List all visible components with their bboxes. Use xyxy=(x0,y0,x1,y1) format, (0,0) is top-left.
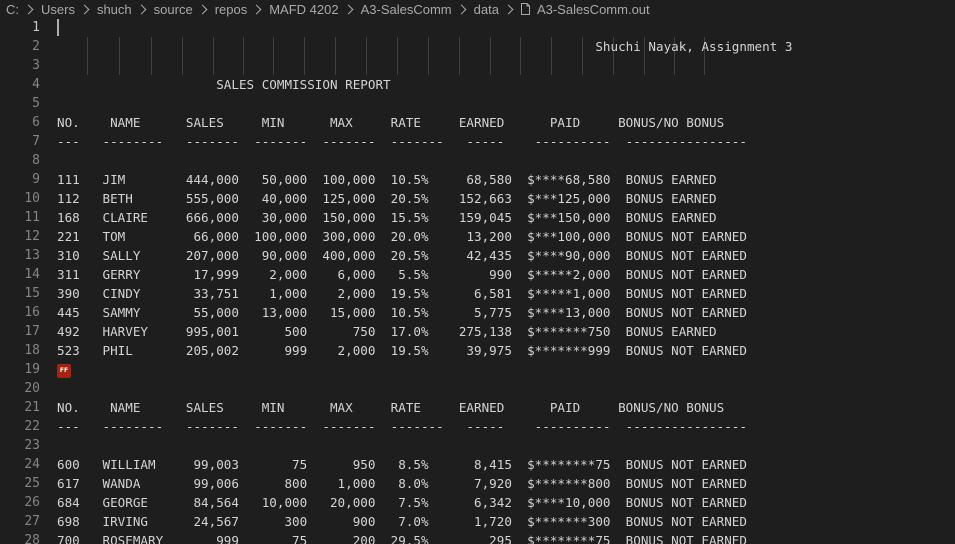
line-number: 9 xyxy=(32,172,40,187)
line-number: 4 xyxy=(32,77,40,92)
line-number: 5 xyxy=(32,96,40,111)
code-line[interactable]: 684 GEORGE 84,564 10,000 20,000 7.5% 6,3… xyxy=(57,493,955,512)
line-number: 12 xyxy=(24,229,40,244)
code-line[interactable]: 700 ROSEMARY 999 75 200 29.5% 295 $*****… xyxy=(57,531,955,544)
code-line[interactable]: NO. NAME SALES MIN MAX RATE EARNED PAID … xyxy=(57,398,955,417)
breadcrumb-a3-salescomm[interactable]: A3-SalesComm xyxy=(361,2,452,17)
code-line[interactable]: --- -------- ------- ------- ------- ---… xyxy=(57,417,955,436)
line-number: 20 xyxy=(24,381,40,396)
code-line[interactable]: 617 WANDA 99,006 800 1,000 8.0% 7,920 $*… xyxy=(57,474,955,493)
code-line[interactable]: 390 CINDY 33,751 1,000 2,000 19.5% 6,581… xyxy=(57,284,955,303)
line-number-gutter: 1 2 3 4 5 6 7 8 9 10 11 12 13 14 15 16 1… xyxy=(0,18,40,544)
line-number: 28 xyxy=(24,533,40,544)
code-line[interactable] xyxy=(57,18,955,37)
code-line[interactable] xyxy=(57,436,955,455)
line-number: 6 xyxy=(32,115,40,130)
chevron-right-icon xyxy=(456,4,467,14)
line-number: 14 xyxy=(24,267,40,282)
breadcrumb-file[interactable]: A3-SalesComm.out xyxy=(537,2,650,17)
line-number: 27 xyxy=(24,514,40,529)
form-feed-badge: FF xyxy=(57,363,71,378)
line-number: 23 xyxy=(24,438,40,453)
chevron-right-icon xyxy=(136,4,147,14)
code-line[interactable]: NO. NAME SALES MIN MAX RATE EARNED PAID … xyxy=(57,113,955,132)
code-line[interactable]: SALES COMMISSION REPORT xyxy=(57,75,955,94)
code-line[interactable]: 221 TOM 66,000 100,000 300,000 20.0% 13,… xyxy=(57,227,955,246)
breadcrumb-source[interactable]: source xyxy=(154,2,193,17)
line-number: 18 xyxy=(24,343,40,358)
code-line-form-feed[interactable]: FF xyxy=(57,360,955,379)
line-number: 1 xyxy=(32,20,40,35)
breadcrumb-mafd-4202[interactable]: MAFD 4202 xyxy=(269,2,338,17)
code-line[interactable]: 523 PHIL 205,002 999 2,000 19.5% 39,975 … xyxy=(57,341,955,360)
breadcrumb-users[interactable]: Users xyxy=(41,2,75,17)
code-line[interactable]: 698 IRVING 24,567 300 900 7.0% 1,720 $**… xyxy=(57,512,955,531)
code-line[interactable] xyxy=(57,56,955,75)
code-line[interactable]: 111 JIM 444,000 50,000 100,000 10.5% 68,… xyxy=(57,170,955,189)
chevron-right-icon xyxy=(343,4,354,14)
line-number: 19 xyxy=(24,362,40,377)
code-line[interactable]: --- -------- ------- ------- ------- ---… xyxy=(57,132,955,151)
chevron-right-icon xyxy=(79,4,90,14)
code-line[interactable] xyxy=(57,151,955,170)
line-number: 17 xyxy=(24,324,40,339)
breadcrumb: C: Users shuch source repos MAFD 4202 A3… xyxy=(0,0,955,18)
line-number: 15 xyxy=(24,286,40,301)
line-number: 13 xyxy=(24,248,40,263)
line-number: 3 xyxy=(32,58,40,73)
editor-window: C: Users shuch source repos MAFD 4202 A3… xyxy=(0,0,955,544)
code-line[interactable]: Shuchi Nayak, Assignment 3 xyxy=(57,37,955,56)
line-number: 10 xyxy=(24,191,40,206)
chevron-right-icon xyxy=(23,4,34,14)
code-line[interactable]: 112 BETH 555,000 40,000 125,000 20.5% 15… xyxy=(57,189,955,208)
breadcrumb-repos[interactable]: repos xyxy=(215,2,248,17)
code-line[interactable]: 492 HARVEY 995,001 500 750 17.0% 275,138… xyxy=(57,322,955,341)
code-line[interactable]: 310 SALLY 207,000 90,000 400,000 20.5% 4… xyxy=(57,246,955,265)
code-line[interactable] xyxy=(57,379,955,398)
line-number: 8 xyxy=(32,153,40,168)
breadcrumb-shuch[interactable]: shuch xyxy=(97,2,132,17)
chevron-right-icon xyxy=(197,4,208,14)
line-number: 11 xyxy=(24,210,40,225)
chevron-right-icon xyxy=(251,4,262,14)
code-line[interactable]: 445 SAMMY 55,000 13,000 15,000 10.5% 5,7… xyxy=(57,303,955,322)
code-area[interactable]: 1 2 3 4 5 6 7 8 9 10 11 12 13 14 15 16 1… xyxy=(0,18,955,544)
line-number: 26 xyxy=(24,495,40,510)
line-number: 16 xyxy=(24,305,40,320)
editor-lines[interactable]: Shuchi Nayak, Assignment 3 SALES COMMISS… xyxy=(57,18,955,544)
breadcrumb-data[interactable]: data xyxy=(474,2,499,17)
chevron-right-icon xyxy=(503,4,514,14)
breadcrumb-drive[interactable]: C: xyxy=(6,2,19,17)
line-number: 21 xyxy=(24,400,40,415)
file-icon xyxy=(520,3,530,15)
line-number: 22 xyxy=(24,419,40,434)
line-number: 7 xyxy=(32,134,40,149)
code-line[interactable] xyxy=(57,94,955,113)
code-line[interactable]: 311 GERRY 17,999 2,000 6,000 5.5% 990 $*… xyxy=(57,265,955,284)
code-line[interactable]: 600 WILLIAM 99,003 75 950 8.5% 8,415 $**… xyxy=(57,455,955,474)
line-number: 24 xyxy=(24,457,40,472)
line-number: 2 xyxy=(32,39,40,54)
code-line[interactable]: 168 CLAIRE 666,000 30,000 150,000 15.5% … xyxy=(57,208,955,227)
line-number: 25 xyxy=(24,476,40,491)
